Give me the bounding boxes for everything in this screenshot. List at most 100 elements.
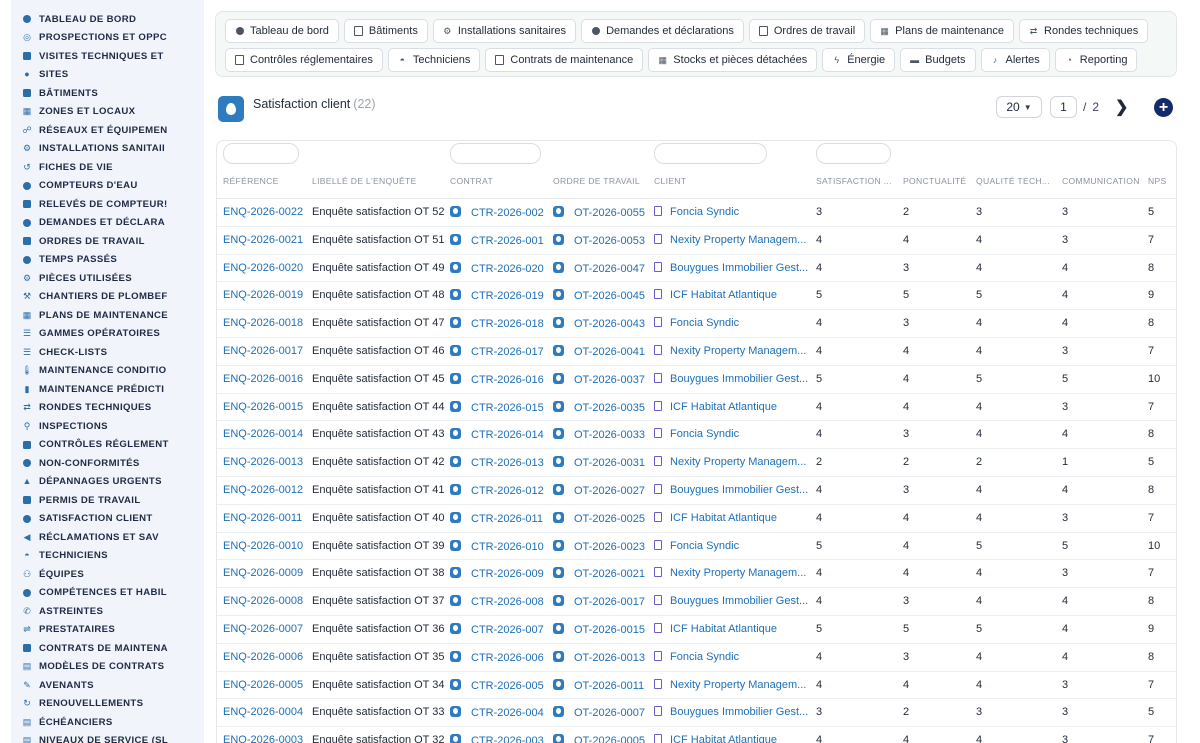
table-row[interactable]: ENQ-2026-0019 Enquête satisfaction OT 48 C…: [217, 282, 1176, 311]
nav-button[interactable]: Ordres de travail: [748, 19, 866, 43]
sidebar-item[interactable]: ▤ NIVEAUX DE SERVICE (SL: [11, 732, 204, 743]
sidebar-item[interactable]: NON-CONFORMITÉS: [11, 454, 204, 473]
reference-link[interactable]: ENQ-2026-0020: [223, 262, 303, 274]
reference-link[interactable]: ENQ-2026-0014: [223, 428, 303, 440]
sidebar-item[interactable]: ⚲ INSPECTIONS: [11, 417, 204, 436]
sidebar-item[interactable]: ▦ PLANS DE MAINTENANCE: [11, 306, 204, 325]
table-row[interactable]: ENQ-2026-0011 Enquête satisfaction OT 40 C…: [217, 505, 1176, 533]
nav-button[interactable]: ⇄ Rondes techniques: [1019, 19, 1149, 43]
table-row[interactable]: ENQ-2026-0006 Enquête satisfaction OT 35 C…: [217, 644, 1176, 672]
sidebar-item[interactable]: PERMIS DE TRAVAIL: [11, 491, 204, 510]
sidebar-item[interactable]: 🌡 MAINTENANCE CONDITIO: [11, 362, 204, 381]
contract-link[interactable]: CTR-2026-017: [471, 346, 544, 358]
work-order-link[interactable]: OT-2026-0053: [574, 235, 645, 247]
client-link[interactable]: Foncia Syndic: [670, 428, 739, 440]
client-link[interactable]: Foncia Syndic: [670, 317, 739, 329]
sidebar-item[interactable]: ⚒ CHANTIERS DE PLOMBEF: [11, 288, 204, 307]
sidebar-item[interactable]: TABLEAU DE BORD: [11, 10, 204, 29]
table-row[interactable]: ENQ-2026-0017 Enquête satisfaction OT 46 C…: [217, 338, 1176, 366]
client-link[interactable]: ICF Habitat Atlantique: [670, 512, 777, 524]
client-link[interactable]: ICF Habitat Atlantique: [670, 289, 777, 301]
sidebar-item[interactable]: DEMANDES ET DÉCLARA: [11, 214, 204, 233]
filter-reference-input[interactable]: [223, 143, 299, 164]
nav-button[interactable]: Contrats de maintenance: [485, 48, 644, 72]
sidebar-item[interactable]: ⇄ RONDES TECHNIQUES: [11, 399, 204, 418]
client-link[interactable]: ICF Habitat Atlantique: [670, 734, 777, 743]
sidebar-item[interactable]: ORDRES DE TRAVAIL: [11, 232, 204, 251]
reference-link[interactable]: ENQ-2026-0011: [223, 512, 302, 524]
column-header[interactable]: LIBELLÉ DE L'ENQUÊTE: [312, 176, 447, 186]
contract-link[interactable]: CTR-2026-018: [471, 318, 544, 330]
work-order-link[interactable]: OT-2026-0005: [574, 735, 645, 743]
sidebar-item[interactable]: ▲ DÉPANNAGES URGENTS: [11, 473, 204, 492]
sidebar-item[interactable]: ☰ GAMMES OPÉRATOIRES: [11, 325, 204, 344]
contract-link[interactable]: CTR-2026-004: [471, 707, 544, 719]
nav-button[interactable]: ▦ Stocks et pièces détachées: [648, 48, 818, 72]
reference-link[interactable]: ENQ-2026-0018: [223, 317, 303, 329]
reference-link[interactable]: ENQ-2026-0016: [223, 373, 303, 385]
filter-satisfaction-input[interactable]: [816, 143, 891, 164]
contract-link[interactable]: CTR-2026-020: [471, 263, 544, 275]
reference-link[interactable]: ENQ-2026-0022: [223, 206, 303, 218]
reference-link[interactable]: ENQ-2026-0003: [223, 734, 303, 743]
reference-link[interactable]: ENQ-2026-0007: [223, 623, 303, 635]
table-row[interactable]: ENQ-2026-0005 Enquête satisfaction OT 34 C…: [217, 672, 1176, 700]
sidebar-item[interactable]: ↺ FICHES DE VIE: [11, 158, 204, 177]
sidebar-item[interactable]: COMPÉTENCES ET HABIL: [11, 584, 204, 603]
filter-contract-input[interactable]: [450, 143, 541, 164]
sidebar-item[interactable]: ⚙ PIÈCES UTILISÉES: [11, 269, 204, 288]
reference-link[interactable]: ENQ-2026-0021: [223, 234, 303, 246]
work-order-link[interactable]: OT-2026-0027: [574, 485, 645, 497]
reference-link[interactable]: ENQ-2026-0009: [223, 567, 303, 579]
sidebar-item[interactable]: ● SITES: [11, 66, 204, 85]
nav-button[interactable]: Contrôles réglementaires: [225, 48, 383, 72]
client-link[interactable]: Bouygues Immobilier Gest...: [670, 373, 808, 385]
nav-button[interactable]: ♪ Alertes: [980, 48, 1050, 72]
sidebar-item[interactable]: CONTRATS DE MAINTENA: [11, 639, 204, 658]
sidebar-item[interactable]: ▤ MODÈLES DE CONTRATS: [11, 658, 204, 677]
client-link[interactable]: Bouygues Immobilier Gest...: [670, 484, 808, 496]
column-header[interactable]: NPS: [1148, 176, 1176, 186]
contract-link[interactable]: CTR-2026-008: [471, 596, 544, 608]
work-order-link[interactable]: OT-2026-0047: [574, 263, 645, 275]
nav-button[interactable]: Tableau de bord: [225, 19, 339, 43]
add-record-button[interactable]: +: [1154, 98, 1173, 117]
work-order-link[interactable]: OT-2026-0021: [574, 568, 645, 580]
work-order-link[interactable]: OT-2026-0035: [574, 402, 645, 414]
table-row[interactable]: ENQ-2026-0009 Enquête satisfaction OT 38 C…: [217, 560, 1176, 589]
client-link[interactable]: ICF Habitat Atlantique: [670, 623, 777, 635]
reference-link[interactable]: ENQ-2026-0006: [223, 651, 303, 663]
column-header[interactable]: QUALITÉ TECH...: [976, 176, 1058, 186]
column-header[interactable]: RÉFÉRENCE: [223, 176, 309, 186]
nav-button[interactable]: ▬ Budgets: [900, 48, 976, 72]
table-row[interactable]: ENQ-2026-0003 Enquête satisfaction OT 32 C…: [217, 727, 1176, 743]
contract-link[interactable]: CTR-2026-002: [471, 207, 544, 219]
work-order-link[interactable]: OT-2026-0055: [574, 207, 645, 219]
sidebar-item[interactable]: ⇌ PRESTATAIRES: [11, 621, 204, 640]
column-header[interactable]: ORDRE DE TRAVAIL: [553, 176, 651, 186]
sidebar-item[interactable]: RELEVÉS DE COMPTEUR!: [11, 195, 204, 214]
sidebar-item[interactable]: CONTRÔLES RÉGLEMENT: [11, 436, 204, 455]
contract-link[interactable]: CTR-2026-016: [471, 374, 544, 386]
client-link[interactable]: Foncia Syndic: [670, 651, 739, 663]
contract-link[interactable]: CTR-2026-010: [471, 541, 544, 553]
sidebar-item[interactable]: ⚇ ÉQUIPES: [11, 565, 204, 584]
client-link[interactable]: Nexity Property Managem...: [670, 679, 806, 691]
nav-button[interactable]: ⚙ Installations sanitaires: [432, 19, 577, 43]
contract-link[interactable]: CTR-2026-006: [471, 652, 544, 664]
client-link[interactable]: Bouygues Immobilier Gest...: [670, 262, 808, 274]
work-order-link[interactable]: OT-2026-0015: [574, 624, 645, 636]
sidebar-item[interactable]: ☍ RÉSEAUX ET ÉQUIPEMEN: [11, 121, 204, 140]
nav-button[interactable]: ϟ Énergie: [822, 48, 896, 72]
table-row[interactable]: ENQ-2026-0014 Enquête satisfaction OT 43 C…: [217, 421, 1176, 450]
contract-link[interactable]: CTR-2026-011: [471, 513, 543, 525]
work-order-link[interactable]: OT-2026-0043: [574, 318, 645, 330]
work-order-link[interactable]: OT-2026-0017: [574, 596, 645, 608]
work-order-link[interactable]: OT-2026-0041: [574, 346, 645, 358]
sidebar-item[interactable]: ✎ AVENANTS: [11, 676, 204, 695]
client-link[interactable]: Nexity Property Managem...: [670, 456, 806, 468]
client-link[interactable]: Bouygues Immobilier Gest...: [670, 706, 808, 718]
table-row[interactable]: ENQ-2026-0020 Enquête satisfaction OT 49 C…: [217, 255, 1176, 283]
sidebar-item[interactable]: ▦ ZONES ET LOCAUX: [11, 103, 204, 122]
sidebar-item[interactable]: ⚙ INSTALLATIONS SANITAII: [11, 140, 204, 159]
